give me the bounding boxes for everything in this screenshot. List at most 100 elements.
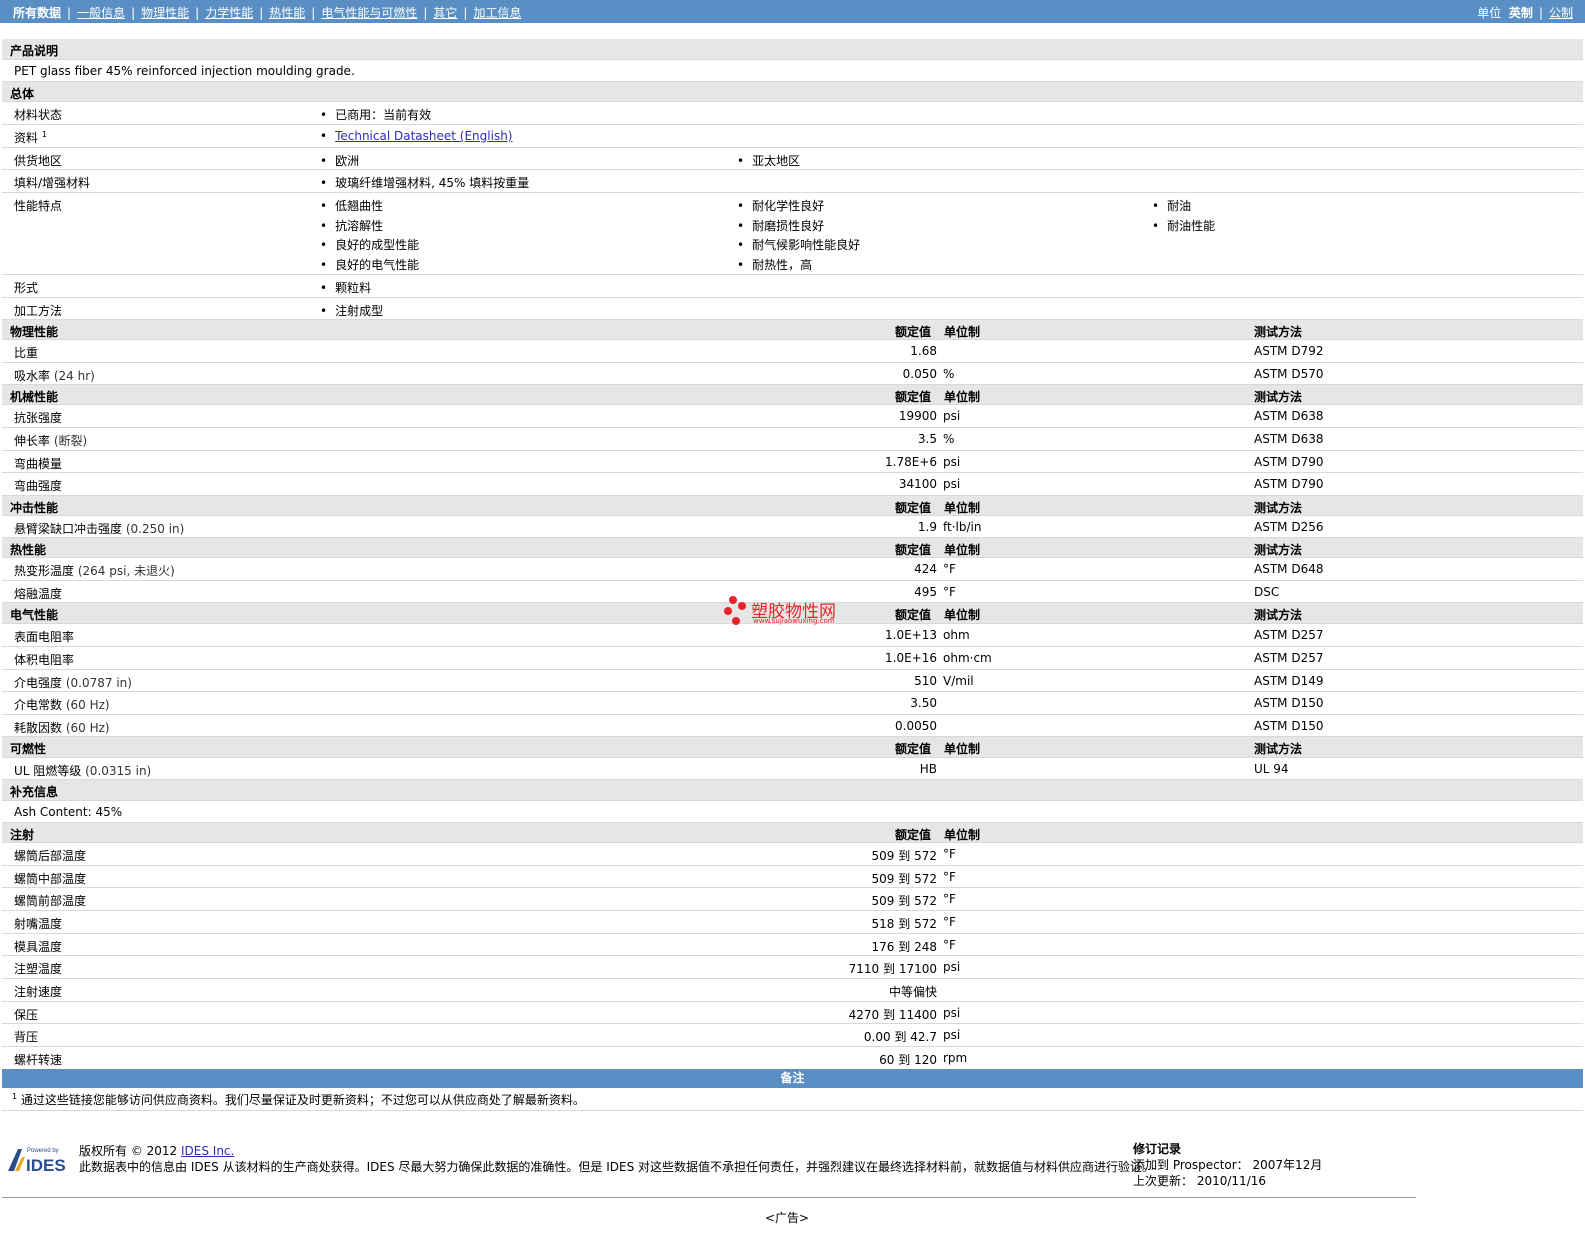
tab-mechanical[interactable]: 力学性能	[205, 6, 253, 20]
property-value: 0.0050	[895, 719, 937, 733]
range-high: 572	[914, 917, 937, 931]
literature-item: Technical Datasheet (English)	[320, 129, 512, 143]
datasheet-link[interactable]: Technical Datasheet (English)	[335, 129, 512, 143]
test-method: ASTM D790	[1254, 455, 1324, 469]
footer-divider	[2, 1197, 1416, 1198]
tab-processing[interactable]: 加工信息	[473, 6, 521, 20]
watermark-url: www.sujiaowuxing.com	[753, 617, 835, 625]
units-label: 单位	[1477, 6, 1502, 20]
property-unit: °F	[943, 847, 956, 861]
property-condition: (断裂)	[53, 434, 88, 448]
header-nominal: 额定值	[895, 390, 932, 404]
filler-value: 玻璃纤维增强材料, 45% 填料按重量	[320, 174, 529, 191]
feature-item: 良好的电气性能	[320, 256, 419, 273]
property-value: 3.5	[917, 432, 937, 446]
section-header-flammability: 可燃性 额定值 单位制 测试方法	[2, 737, 1583, 758]
range-low: 509	[871, 894, 895, 908]
property-value: 19900	[898, 409, 937, 423]
range-to: 到	[882, 962, 895, 976]
revision-added: 添加到 Prospector： 2007年12月	[1133, 1157, 1322, 1173]
ides-link[interactable]: IDES Inc.	[181, 1144, 234, 1158]
property-name: 模具温度	[14, 940, 63, 954]
added-label: 添加到 Prospector：	[1133, 1158, 1249, 1172]
range-high: 11400	[898, 1008, 937, 1022]
property-unit: ft·lb/in	[943, 520, 982, 534]
section-header-physical: 物理性能 额定值 单位制 测试方法	[2, 320, 1583, 340]
section-title: 冲击性能	[10, 501, 59, 515]
tab-thermal[interactable]: 热性能	[269, 6, 305, 20]
form-value: 颗粒料	[320, 279, 371, 296]
property-unit: ohm	[943, 628, 970, 642]
table-row: 注塑温度 7110 到 17100 psi	[2, 956, 1583, 979]
property-condition: (0.250 in)	[125, 522, 185, 536]
property-name: 背压	[14, 1030, 39, 1044]
property-unit: °F	[943, 870, 956, 884]
range-value: 509 到 572	[872, 892, 937, 909]
table-row: 螺筒中部温度 509 到 572 °F	[2, 866, 1583, 888]
range-value: 509 到 572	[872, 847, 937, 864]
range-low: 509	[871, 872, 895, 886]
section-header-impact: 冲击性能 额定值 单位制 测试方法	[2, 496, 1583, 516]
property-value: 1.68	[910, 344, 937, 358]
test-method: ASTM D257	[1254, 651, 1324, 665]
range-high: 17100	[898, 962, 937, 976]
property-unit: °F	[943, 585, 956, 599]
property-name: 耗散因数	[14, 721, 63, 735]
table-row: 体积电阻率 1.0E+16 ohm·cm ASTM D257	[2, 647, 1583, 670]
property-value: 510	[914, 674, 937, 688]
header-nominal: 额定值	[895, 828, 932, 842]
test-method: ASTM D638	[1254, 432, 1324, 446]
property-name: 螺杆转速	[14, 1053, 63, 1067]
table-row: 介电强度 (0.0787 in) 510 V/mil ASTM D149	[2, 670, 1583, 692]
range-low: 176	[871, 940, 895, 954]
range-high: 120	[914, 1053, 937, 1067]
row-label: 形式	[14, 281, 39, 295]
tab-all-data[interactable]: 所有数据	[13, 6, 61, 20]
test-method: DSC	[1254, 585, 1280, 599]
watermark-dots-icon	[724, 596, 746, 625]
tab-other[interactable]: 其它	[433, 6, 457, 20]
material-status-value: 已商用：当前有效	[320, 106, 431, 123]
test-method: ASTM D638	[1254, 409, 1324, 423]
unit-switcher: 单位 英制 | 公制	[1477, 6, 1573, 20]
table-row: 保压 4270 到 11400 psi	[2, 1002, 1583, 1024]
description-text: PET glass fiber 45% reinforced injection…	[14, 64, 355, 78]
header-nominal: 额定值	[895, 608, 932, 622]
property-name: 弯曲强度	[14, 479, 63, 493]
logo-text: IDES	[26, 1156, 66, 1173]
property-unit: psi	[943, 455, 961, 469]
revision-history: 修订记录 添加到 Prospector： 2007年12月 上次更新： 2010…	[1133, 1141, 1322, 1189]
notes-header: 备注	[2, 1069, 1583, 1088]
header-units: 单位制	[944, 543, 981, 557]
property-name: 体积电阻率	[14, 653, 75, 667]
range-to: 到	[898, 894, 911, 908]
property-unit: °F	[943, 915, 956, 929]
header-method: 测试方法	[1254, 742, 1303, 756]
feature-item: 耐气候影响性能良好	[737, 236, 860, 253]
section-header-mechanical: 机械性能 额定值 单位制 测试方法	[2, 385, 1583, 405]
units-english[interactable]: 英制	[1509, 6, 1533, 20]
property-condition: (264 psi, 未退火)	[77, 564, 175, 578]
table-row: UL 阻燃等级 (0.0315 in) HB UL 94	[2, 758, 1583, 780]
updated-label: 上次更新：	[1133, 1174, 1194, 1188]
tab-general[interactable]: 一般信息	[77, 6, 125, 20]
availability-item: 欧洲	[320, 152, 359, 169]
section-title: 产品说明	[10, 44, 59, 58]
tab-physical[interactable]: 物理性能	[141, 6, 189, 20]
property-name: 热变形温度	[14, 564, 75, 578]
supplement-text: Ash Content: 45%	[14, 805, 123, 819]
header-units: 单位制	[944, 608, 981, 622]
table-row: 螺筒后部温度 509 到 572 °F	[2, 843, 1583, 866]
units-metric[interactable]: 公制	[1549, 6, 1573, 20]
test-method: ASTM D570	[1254, 367, 1324, 381]
row-processing-method: 加工方法 注射成型	[2, 298, 1583, 320]
header-nominal: 额定值	[895, 501, 932, 515]
tab-electrical[interactable]: 电气性能与可燃性	[321, 6, 417, 20]
row-label: 性能特点	[14, 199, 63, 213]
section-title: 可燃性	[10, 742, 47, 756]
section-title: 机械性能	[10, 390, 59, 404]
table-row: 背压 0.00 到 42.7 psi	[2, 1024, 1583, 1047]
top-nav: 所有数据 | 一般信息 | 物理性能 | 力学性能 | 热性能 | 电气性能与可燃性 | 其它 | 加工信息…	[0, 0, 1585, 23]
table-row: 介电常数 (60 Hz) 3.50 ASTM D150	[2, 692, 1583, 715]
test-method: ASTM D648	[1254, 562, 1324, 576]
